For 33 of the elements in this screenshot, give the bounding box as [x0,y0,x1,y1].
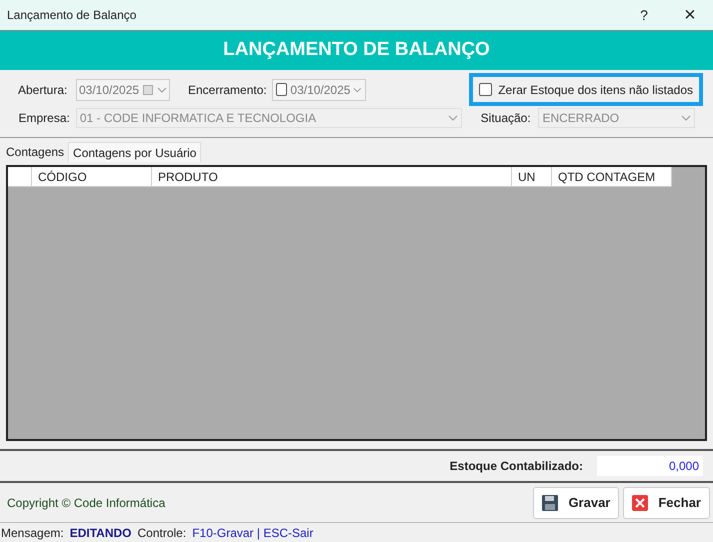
save-button[interactable]: Gravar [533,486,620,518]
calendar-icon [143,84,154,94]
shortcut-hint: F10-Gravar | ESC-Sair [192,524,314,542]
checkbox-option[interactable]: Zerar Estoque dos itens não listados [469,73,703,106]
column-header[interactable]: UN [512,167,552,186]
column-header[interactable]: QTD CONTAGEM [552,167,672,186]
status-label: Controle: [137,524,186,542]
tab[interactable]: Contagens por Usuário [68,142,202,162]
close-button[interactable]: Fechar [623,486,710,518]
chevron-down-icon [353,86,362,92]
field-label: Abertura: [18,82,68,98]
total-label: Estoque Contabilizado: [450,458,583,475]
checkbox[interactable] [276,83,288,96]
window-title: Lançamento de Balanço [7,7,138,24]
column-header[interactable]: PRODUTO [152,167,512,186]
close-button[interactable]: × [667,0,713,30]
total-field: 0,000 [597,456,703,476]
status-message: EDITANDO [70,524,132,542]
status-label: Mensagem: [1,524,64,542]
checkbox[interactable] [479,83,492,96]
field-label: Empresa: [18,110,71,126]
chevron-down-icon [681,114,691,120]
date-field[interactable]: 03/10/2025 [76,78,170,100]
field-label: Situação: [480,110,532,126]
field-label: Encerramento: [188,82,268,98]
chevron-down-icon [157,86,167,92]
copyright-text: Copyright © Code Informática [7,494,166,512]
date-field[interactable]: 03/10/2025 [272,78,366,100]
close-icon [632,494,648,510]
header-banner: LANÇAMENTO DE BALANÇO [0,31,713,70]
chevron-down-icon [448,114,458,120]
help-button[interactable]: ? [621,4,667,26]
column-header[interactable]: CÓDIGO [32,167,152,186]
